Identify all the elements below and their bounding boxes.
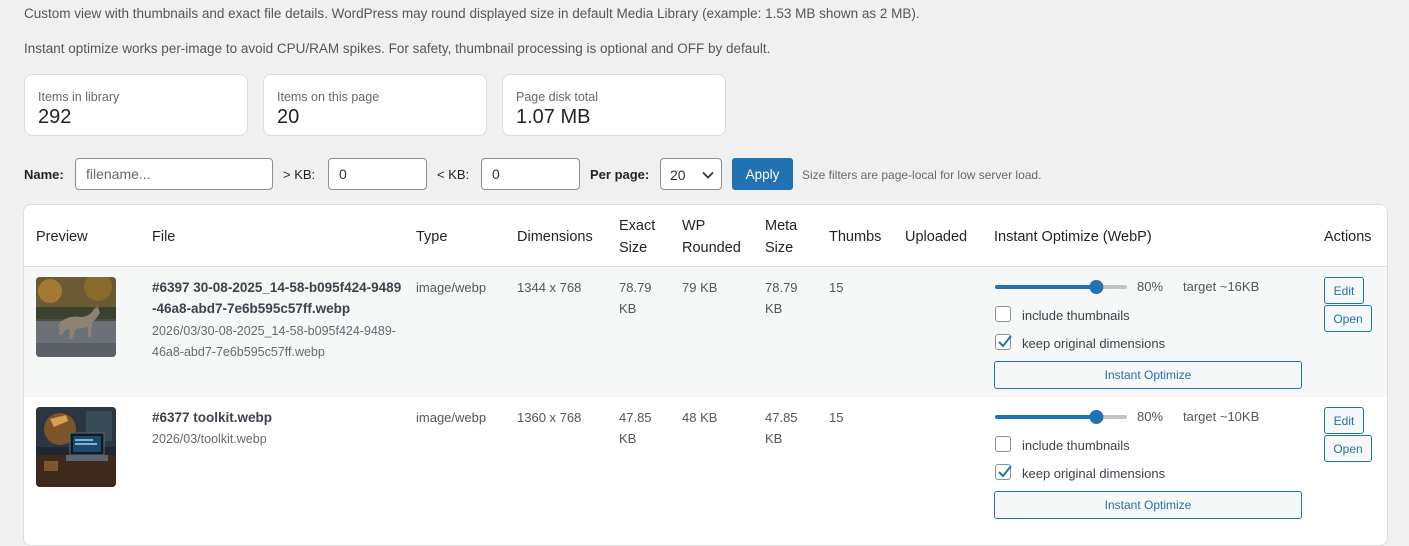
include-thumbnails-label: include thumbnails bbox=[1022, 438, 1130, 453]
include-thumbnails-checkbox[interactable] bbox=[995, 436, 1011, 452]
stat-value: 1.07 MB bbox=[516, 106, 591, 128]
checkmark-icon bbox=[998, 335, 1012, 348]
file-path: 2026/03/toolkit.webp bbox=[152, 432, 267, 446]
desk-with-laptop-and-lamp-image[interactable] bbox=[36, 407, 116, 487]
table-row: #6397 30-08-2025_14-58-b095f424-9489-46a… bbox=[24, 267, 1387, 397]
col-header-meta-size: Meta Size bbox=[765, 218, 798, 256]
wp-rounded-size: 79 KB bbox=[682, 280, 718, 295]
col-header-thumbs: Thumbs bbox=[829, 229, 882, 245]
filter-hint: Size filters are page-local for low serv… bbox=[802, 168, 1042, 182]
stat-page-disk-total: Page disk total 1.07 MB bbox=[502, 74, 726, 136]
chevron-down-icon bbox=[702, 171, 714, 179]
keep-dimensions-checkbox[interactable] bbox=[995, 334, 1012, 350]
apply-button[interactable]: Apply bbox=[732, 158, 793, 190]
col-header-exact-size: Exact Size bbox=[619, 218, 656, 256]
open-button[interactable]: Open bbox=[1324, 305, 1372, 332]
quality-slider[interactable] bbox=[995, 410, 1127, 424]
col-header-actions: Actions bbox=[1324, 229, 1372, 245]
filter-bar: Name: > KB: < KB: Per page: 20 Apply Siz… bbox=[24, 158, 1324, 190]
table-row: #6377 toolkit.webp 2026/03/toolkit.webp … bbox=[24, 397, 1387, 527]
stat-label: Page disk total bbox=[516, 90, 598, 104]
keep-dimensions-label: keep original dimensions bbox=[1022, 336, 1166, 351]
file-dimensions: 1344 x 768 bbox=[517, 280, 582, 295]
file-type: image/webp bbox=[416, 280, 487, 295]
thumbs-count: 15 bbox=[829, 410, 844, 425]
exact-size: 47.85 KB bbox=[619, 410, 652, 446]
quality-percent: 80% bbox=[1137, 279, 1164, 294]
col-header-file: File bbox=[152, 229, 176, 245]
media-table: Preview File Type Dimensions Exact Size … bbox=[23, 204, 1388, 546]
col-header-wp-rounded: WP Rounded bbox=[682, 218, 741, 256]
stat-value: 20 bbox=[277, 106, 300, 128]
edit-button[interactable]: Edit bbox=[1324, 407, 1364, 434]
col-header-preview: Preview bbox=[36, 229, 88, 245]
instant-optimize-button[interactable]: Instant Optimize bbox=[994, 491, 1302, 519]
file-type: image/webp bbox=[416, 410, 487, 425]
stat-label: Items in library bbox=[38, 90, 120, 104]
stat-value: 292 bbox=[38, 106, 72, 128]
quality-slider[interactable] bbox=[995, 280, 1127, 294]
file-title: #6397 30-08-2025_14-58-b095f424-9489-46a… bbox=[152, 280, 402, 316]
keep-dimensions-checkbox[interactable] bbox=[995, 464, 1012, 480]
stat-items-on-page: Items on this page 20 bbox=[263, 74, 487, 136]
stat-items-in-library: Items in library 292 bbox=[24, 74, 248, 136]
min-kb-label: > KB: bbox=[283, 167, 316, 182]
min-kb-input[interactable] bbox=[328, 158, 427, 190]
wp-rounded-size: 48 KB bbox=[682, 410, 718, 425]
meta-size: 47.85 KB bbox=[765, 410, 798, 446]
checkmark-icon bbox=[998, 465, 1012, 478]
file-title: #6377 toolkit.webp bbox=[152, 410, 273, 425]
keep-dimensions-label: keep original dimensions bbox=[1022, 466, 1166, 481]
name-filter-label: Name: bbox=[24, 167, 64, 182]
max-kb-label: < KB: bbox=[437, 167, 470, 182]
quality-percent: 80% bbox=[1137, 409, 1164, 424]
file-dimensions: 1360 x 768 bbox=[517, 410, 582, 425]
meta-size: 78.79 KB bbox=[765, 280, 798, 316]
edit-button[interactable]: Edit bbox=[1324, 277, 1364, 304]
include-thumbnails-label: include thumbnails bbox=[1022, 308, 1130, 323]
max-kb-input[interactable] bbox=[481, 158, 580, 190]
stat-label: Items on this page bbox=[277, 90, 380, 104]
open-button[interactable]: Open bbox=[1324, 435, 1372, 462]
target-size: target ~10KB bbox=[1183, 409, 1260, 424]
notice-instant-optimize: Instant optimize works per-image to avoi… bbox=[24, 41, 771, 56]
per-page-value: 20 bbox=[670, 167, 686, 183]
per-page-select[interactable]: 20 bbox=[660, 158, 722, 190]
notice-thumbnails: Custom view with thumbnails and exact fi… bbox=[24, 6, 920, 21]
col-header-type: Type bbox=[416, 229, 448, 245]
col-header-dimensions: Dimensions bbox=[517, 229, 593, 245]
col-header-instant-optimize: Instant Optimize (WebP) bbox=[994, 229, 1152, 245]
instant-optimize-button[interactable]: Instant Optimize bbox=[994, 361, 1302, 389]
per-page-label: Per page: bbox=[590, 167, 650, 182]
file-path: 2026/03/30-08-2025_14-58-b095f424-9489-4… bbox=[152, 324, 396, 359]
wolf-on-road-image[interactable] bbox=[36, 277, 116, 357]
thumbs-count: 15 bbox=[829, 280, 844, 295]
include-thumbnails-checkbox[interactable] bbox=[995, 306, 1011, 322]
name-filter-input[interactable] bbox=[75, 158, 273, 190]
col-header-uploaded: Uploaded bbox=[905, 229, 968, 245]
target-size: target ~16KB bbox=[1183, 279, 1260, 294]
exact-size: 78.79 KB bbox=[619, 280, 652, 316]
